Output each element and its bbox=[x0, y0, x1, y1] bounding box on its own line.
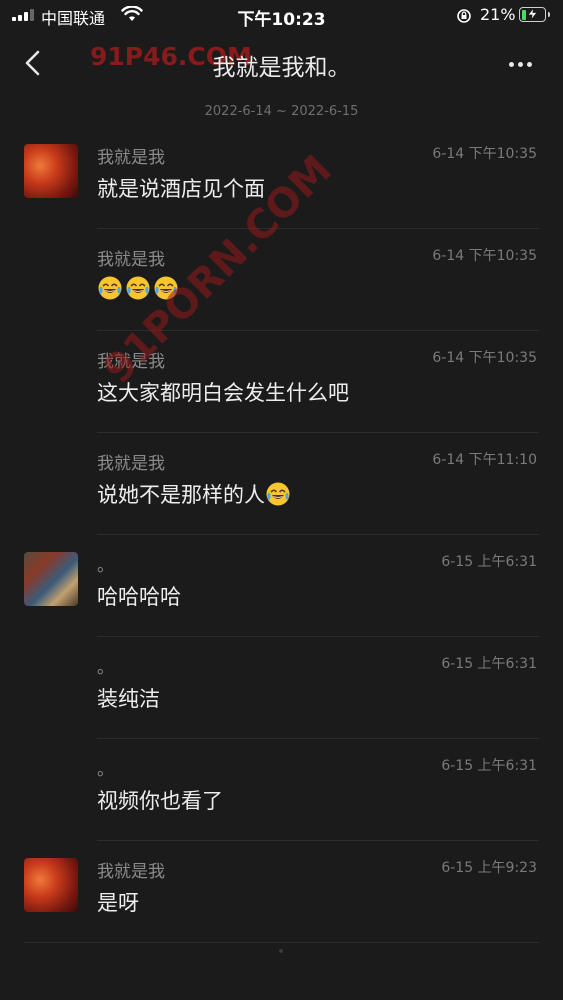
message-item[interactable]: 我就是我 6-15 上午9:23 是呀 bbox=[0, 841, 563, 943]
message-item[interactable]: 。 6-15 上午6:31 视频你也看了 bbox=[0, 739, 563, 841]
message-text: 这大家都明白会发生什么吧 bbox=[97, 377, 349, 407]
message-sender: 我就是我 bbox=[97, 250, 165, 270]
message-time: 6-14 下午11:10 bbox=[432, 452, 537, 468]
message-time: 6-14 下午10:35 bbox=[432, 146, 537, 162]
message-text-content: 视频你也看了 bbox=[97, 789, 223, 813]
page-indicator bbox=[279, 949, 283, 953]
message-time: 6-15 上午9:23 bbox=[441, 860, 537, 876]
message-time: 6-14 下午10:35 bbox=[432, 350, 537, 366]
message-text: 就是说酒店见个面 bbox=[97, 173, 265, 203]
message-time: 6-15 上午6:31 bbox=[441, 758, 537, 774]
message-text-content: 这大家都明白会发生什么吧 bbox=[97, 381, 349, 405]
message-item[interactable]: 。 6-15 上午6:31 装纯洁 bbox=[0, 637, 563, 739]
message-item[interactable]: 我就是我 6-14 下午11:10 说她不是那样的人 bbox=[0, 433, 563, 535]
message-sender: 我就是我 bbox=[97, 352, 165, 372]
message-sender: 我就是我 bbox=[97, 148, 165, 168]
message-sender: 我就是我 bbox=[97, 862, 165, 882]
message-time: 6-15 上午6:31 bbox=[441, 554, 537, 570]
message-text-content: 哈哈哈哈 bbox=[97, 585, 181, 609]
message-text: 哈哈哈哈 bbox=[97, 581, 181, 611]
message-item[interactable]: 我就是我 6-14 下午10:35 这大家都明白会发生什么吧 bbox=[0, 331, 563, 433]
message-text-content: 就是说酒店见个面 bbox=[97, 177, 265, 201]
message-text: 说她不是那样的人 bbox=[97, 479, 293, 509]
status-time: 下午10:23 bbox=[237, 10, 326, 30]
message-text-content: 说她不是那样的人 bbox=[97, 483, 265, 507]
laughing-crying-emoji-icon bbox=[266, 482, 290, 506]
avatar[interactable] bbox=[24, 144, 78, 198]
nav-bar: 91P46.COM 我就是我和。 bbox=[0, 32, 563, 94]
laughing-crying-emoji-icon bbox=[126, 276, 150, 300]
avatar[interactable] bbox=[24, 858, 78, 912]
laughing-crying-emoji-icon bbox=[98, 276, 122, 300]
message-time: 6-15 上午6:31 bbox=[441, 656, 537, 672]
message-time: 6-14 下午10:35 bbox=[432, 248, 537, 264]
battery-charging-icon bbox=[519, 7, 550, 22]
message-item[interactable]: 我就是我 6-14 下午10:35 就是说酒店见个面 bbox=[0, 127, 563, 229]
message-sender: 。 bbox=[97, 556, 114, 576]
message-text-content: 是呀 bbox=[97, 891, 139, 915]
message-text: 视频你也看了 bbox=[97, 785, 223, 815]
message-text-content: 装纯洁 bbox=[97, 687, 160, 711]
message-text bbox=[97, 275, 181, 301]
date-range: 2022-6-14 ~ 2022-6-15 bbox=[204, 104, 359, 119]
message-text: 是呀 bbox=[97, 887, 139, 917]
message-sender: 。 bbox=[97, 760, 114, 780]
laughing-crying-emoji-icon bbox=[154, 276, 178, 300]
battery-percent: 21% bbox=[480, 5, 516, 24]
message-sender: 。 bbox=[97, 658, 114, 678]
page-title: 我就是我和。 bbox=[212, 55, 351, 81]
more-dots-icon[interactable] bbox=[500, 52, 540, 76]
rotation-lock-icon bbox=[456, 8, 472, 28]
status-bar: 中国联通 下午10:23 21% bbox=[0, 0, 563, 32]
divider bbox=[24, 942, 539, 943]
message-item[interactable]: 我就是我 6-14 下午10:35 bbox=[0, 229, 563, 331]
message-sender: 我就是我 bbox=[97, 454, 165, 474]
message-list: 我就是我 6-14 下午10:35 就是说酒店见个面 我就是我 6-14 下午10:35… bbox=[0, 127, 563, 943]
avatar[interactable] bbox=[24, 552, 78, 606]
message-text: 装纯洁 bbox=[97, 683, 160, 713]
message-item[interactable]: 。 6-15 上午6:31 哈哈哈哈 bbox=[0, 535, 563, 637]
